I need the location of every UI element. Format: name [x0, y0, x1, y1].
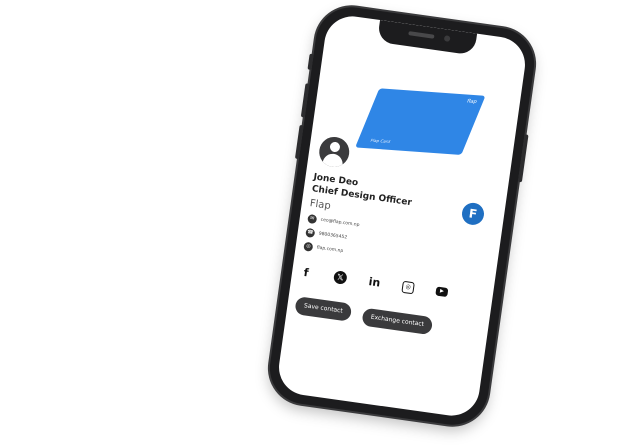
save-contact-button[interactable]: Save contact [294, 296, 353, 322]
exchange-contact-button[interactable]: Exchange contact [361, 307, 434, 336]
contact-email: ceo@flap.com.np [320, 217, 360, 229]
card-logo: flap [465, 98, 478, 105]
linkedin-icon[interactable]: in [368, 275, 382, 290]
social-links: f 𝕏 in ◎ ▶ [299, 265, 449, 299]
avatar-icon [317, 135, 352, 169]
email-icon: ✉ [307, 213, 318, 225]
profile-company: Flap [309, 198, 332, 212]
brand-logo-icon: F [460, 201, 486, 227]
contact-website: flap.com.np [316, 245, 344, 255]
contact-phone: 9800365452 [318, 231, 348, 241]
facebook-icon[interactable]: f [299, 265, 313, 280]
business-card-image: flap Flap Card [355, 88, 486, 155]
globe-icon: ◎ [303, 241, 314, 252]
speaker-grille [408, 31, 435, 39]
contact-email-row[interactable]: ✉ ceo@flap.com.np [307, 213, 360, 230]
front-camera [443, 35, 451, 42]
card-label: Flap Card [369, 137, 392, 144]
contact-phone-row[interactable]: ☎ 9800365452 [305, 227, 348, 243]
youtube-icon[interactable]: ▶ [435, 286, 449, 298]
instagram-icon[interactable]: ◎ [401, 280, 415, 294]
x-twitter-icon[interactable]: 𝕏 [332, 270, 348, 285]
contact-website-row[interactable]: ◎ flap.com.np [303, 241, 344, 256]
phone-icon: ☎ [305, 227, 316, 238]
phone-mockup: flap Flap Card Jone Deo Chief Design Off… [265, 2, 539, 430]
